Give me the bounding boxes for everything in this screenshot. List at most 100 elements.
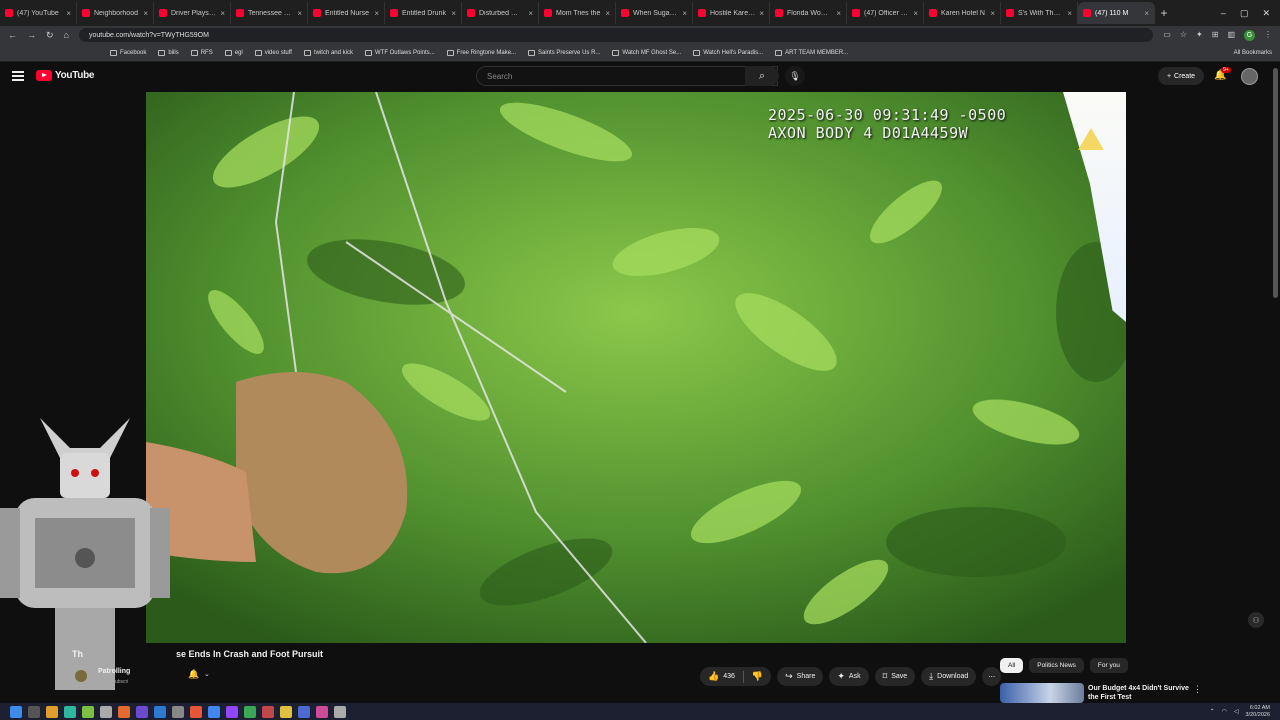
tab-close-icon[interactable]: × bbox=[605, 9, 610, 18]
install-icon[interactable]: ▭ bbox=[1163, 30, 1171, 41]
wifi-icon[interactable]: ◠ bbox=[1222, 708, 1227, 715]
browser-tab[interactable]: Hostile Karen T × bbox=[693, 2, 770, 24]
tab-close-icon[interactable]: × bbox=[143, 9, 148, 18]
browser-tab[interactable]: (47) 110 M × bbox=[1078, 2, 1155, 24]
minimize-icon[interactable]: – bbox=[1221, 8, 1226, 19]
bookmark-item[interactable]: Free Ringtone Make... bbox=[446, 49, 516, 56]
app-icon-4[interactable] bbox=[136, 705, 148, 718]
tab-close-icon[interactable]: × bbox=[374, 9, 379, 18]
browser-tab[interactable]: Mom Tries the × bbox=[539, 2, 616, 24]
create-button[interactable]: + Create bbox=[1158, 67, 1204, 85]
tab-close-icon[interactable]: × bbox=[1144, 9, 1149, 18]
account-avatar[interactable] bbox=[1241, 68, 1258, 85]
app-icon-2[interactable] bbox=[100, 705, 112, 718]
close-window-icon[interactable]: ✕ bbox=[1262, 8, 1270, 19]
bookmark-item[interactable]: egl bbox=[224, 49, 243, 56]
more-actions-button[interactable]: ⋯ bbox=[982, 667, 1002, 686]
extensions-puzzle-icon[interactable]: ⊞ bbox=[1212, 30, 1219, 41]
bookmark-item[interactable]: Watch MF Ghost Se... bbox=[612, 49, 681, 56]
windows-start-icon[interactable] bbox=[10, 705, 22, 718]
recommendation-thumbnail[interactable] bbox=[1000, 683, 1084, 703]
bookmark-item[interactable]: ART TEAM MEMBER... bbox=[775, 49, 848, 56]
all-bookmarks-button[interactable]: All Bookmarks bbox=[1234, 50, 1280, 56]
bookmark-item[interactable]: Facebook bbox=[110, 49, 146, 56]
share-button[interactable]: ↪ Share bbox=[777, 667, 824, 686]
twitch-icon[interactable] bbox=[226, 705, 238, 718]
home-icon[interactable]: ⌂ bbox=[64, 30, 69, 40]
app-icon-6[interactable] bbox=[172, 705, 184, 718]
tab-close-icon[interactable]: × bbox=[220, 9, 225, 18]
tab-close-icon[interactable]: × bbox=[297, 9, 302, 18]
browser-tab[interactable]: Driver Plays the × bbox=[154, 2, 231, 24]
settings-icon[interactable] bbox=[334, 705, 346, 718]
subscribe-bell-icon[interactable]: 🔔 bbox=[188, 669, 199, 680]
app-icon-10[interactable] bbox=[298, 705, 310, 718]
tab-close-icon[interactable]: × bbox=[913, 9, 918, 18]
recommendation-menu-icon[interactable]: ⋮ bbox=[1193, 684, 1202, 695]
file-explorer-icon[interactable] bbox=[46, 705, 58, 718]
browser-menu-icon[interactable]: ⋮ bbox=[1264, 30, 1272, 41]
browser-tab[interactable]: S's With The V × bbox=[1001, 2, 1078, 24]
channel-name[interactable]: Patrolling bbox=[98, 668, 130, 675]
app-icon-3[interactable] bbox=[118, 705, 130, 718]
clock[interactable]: 6:02 AM 3/20/2026 bbox=[1246, 705, 1270, 719]
store-icon[interactable] bbox=[64, 705, 76, 718]
tab-close-icon[interactable]: × bbox=[66, 9, 71, 18]
chip-all[interactable]: All bbox=[1000, 658, 1024, 673]
ask-button[interactable]: ✦ Ask bbox=[829, 667, 869, 686]
browser-tab[interactable]: Tennessee Sen × bbox=[231, 2, 308, 24]
maximize-icon[interactable]: ▢ bbox=[1240, 8, 1249, 19]
bookmark-item[interactable]: video stuff bbox=[254, 49, 292, 56]
app-icon-11[interactable] bbox=[316, 705, 328, 718]
menu-hamburger-icon[interactable] bbox=[12, 71, 24, 81]
youtube-logo[interactable]: YouTube bbox=[36, 70, 95, 81]
bookmark-item[interactable]: Saints Preserve Us R... bbox=[528, 49, 600, 56]
forward-icon[interactable]: → bbox=[27, 30, 36, 40]
chip-politics-news[interactable]: Politics News bbox=[1029, 658, 1084, 673]
tab-close-icon[interactable]: × bbox=[836, 9, 841, 18]
browser-tab[interactable]: Neighborhood × bbox=[77, 2, 154, 24]
bookmark-item[interactable]: twitch and kick bbox=[303, 49, 353, 56]
search-button[interactable]: ⌕ bbox=[745, 66, 779, 86]
tab-close-icon[interactable]: × bbox=[990, 9, 995, 18]
browser-tab[interactable]: Florida Woman × bbox=[770, 2, 847, 24]
bookmark-star-icon[interactable]: ☆ bbox=[1180, 30, 1187, 41]
new-tab-button[interactable]: + bbox=[1155, 6, 1173, 20]
app-icon-9[interactable] bbox=[280, 705, 292, 718]
app-icon-5[interactable] bbox=[154, 705, 166, 718]
taskbar-search-icon[interactable] bbox=[28, 705, 40, 718]
browser-tab[interactable]: When Sugar D × bbox=[616, 2, 693, 24]
browser-tab[interactable]: Entitled Drunk × bbox=[385, 2, 462, 24]
tab-close-icon[interactable]: × bbox=[1067, 9, 1072, 18]
app-icon-7[interactable] bbox=[244, 705, 256, 718]
extension-icon[interactable]: ✦ bbox=[1196, 30, 1203, 41]
save-button[interactable]: ⌑ Save bbox=[874, 667, 916, 686]
thumbs-down-icon[interactable]: 👎 bbox=[752, 671, 763, 682]
bookmark-item[interactable]: WTF Outlaws Points... bbox=[364, 49, 435, 56]
bookmark-item[interactable]: Watch Hell's Paradis... bbox=[693, 49, 763, 56]
chevron-down-icon[interactable]: ⌄ bbox=[204, 670, 210, 678]
app-icon-1[interactable] bbox=[82, 705, 94, 718]
page-scrollbar[interactable] bbox=[1273, 68, 1278, 298]
app-icon-8[interactable] bbox=[262, 705, 274, 718]
back-icon[interactable]: ← bbox=[8, 30, 17, 40]
url-field[interactable]: youtube.com/watch?v=TWyTHG59OM bbox=[78, 28, 1154, 42]
tab-close-icon[interactable]: × bbox=[682, 9, 687, 18]
sidepanel-icon[interactable]: ▥ bbox=[1227, 30, 1235, 41]
browser-tab[interactable]: (47) YouTube × bbox=[0, 2, 77, 24]
firefox-icon[interactable] bbox=[190, 705, 202, 718]
browser-tab[interactable]: (47) Officer Du × bbox=[847, 2, 924, 24]
browser-tab[interactable]: Entitled Nurse × bbox=[308, 2, 385, 24]
chrome-icon[interactable] bbox=[208, 705, 220, 718]
tray-arrow-icon[interactable]: ⌃ bbox=[1210, 708, 1215, 715]
miniplayer-icon[interactable]: ⚇ bbox=[1248, 612, 1264, 628]
volume-icon[interactable]: ◁ bbox=[1234, 708, 1239, 715]
video-player[interactable]: 2025-06-30 09:31:49 -0500 AXON BODY 4 D0… bbox=[146, 92, 1126, 643]
search-input[interactable]: Search bbox=[476, 66, 778, 86]
recommendation-title[interactable]: Our Budget 4x4 Didn't Survive the First … bbox=[1088, 684, 1200, 702]
like-button[interactable]: 👍 436 👎 bbox=[700, 667, 772, 686]
browser-tab[interactable]: Disturbed Wom × bbox=[462, 2, 539, 24]
bookmark-item[interactable]: bills bbox=[158, 49, 179, 56]
browser-tab[interactable]: Karen Hotel N × bbox=[924, 2, 1001, 24]
tab-close-icon[interactable]: × bbox=[759, 9, 764, 18]
